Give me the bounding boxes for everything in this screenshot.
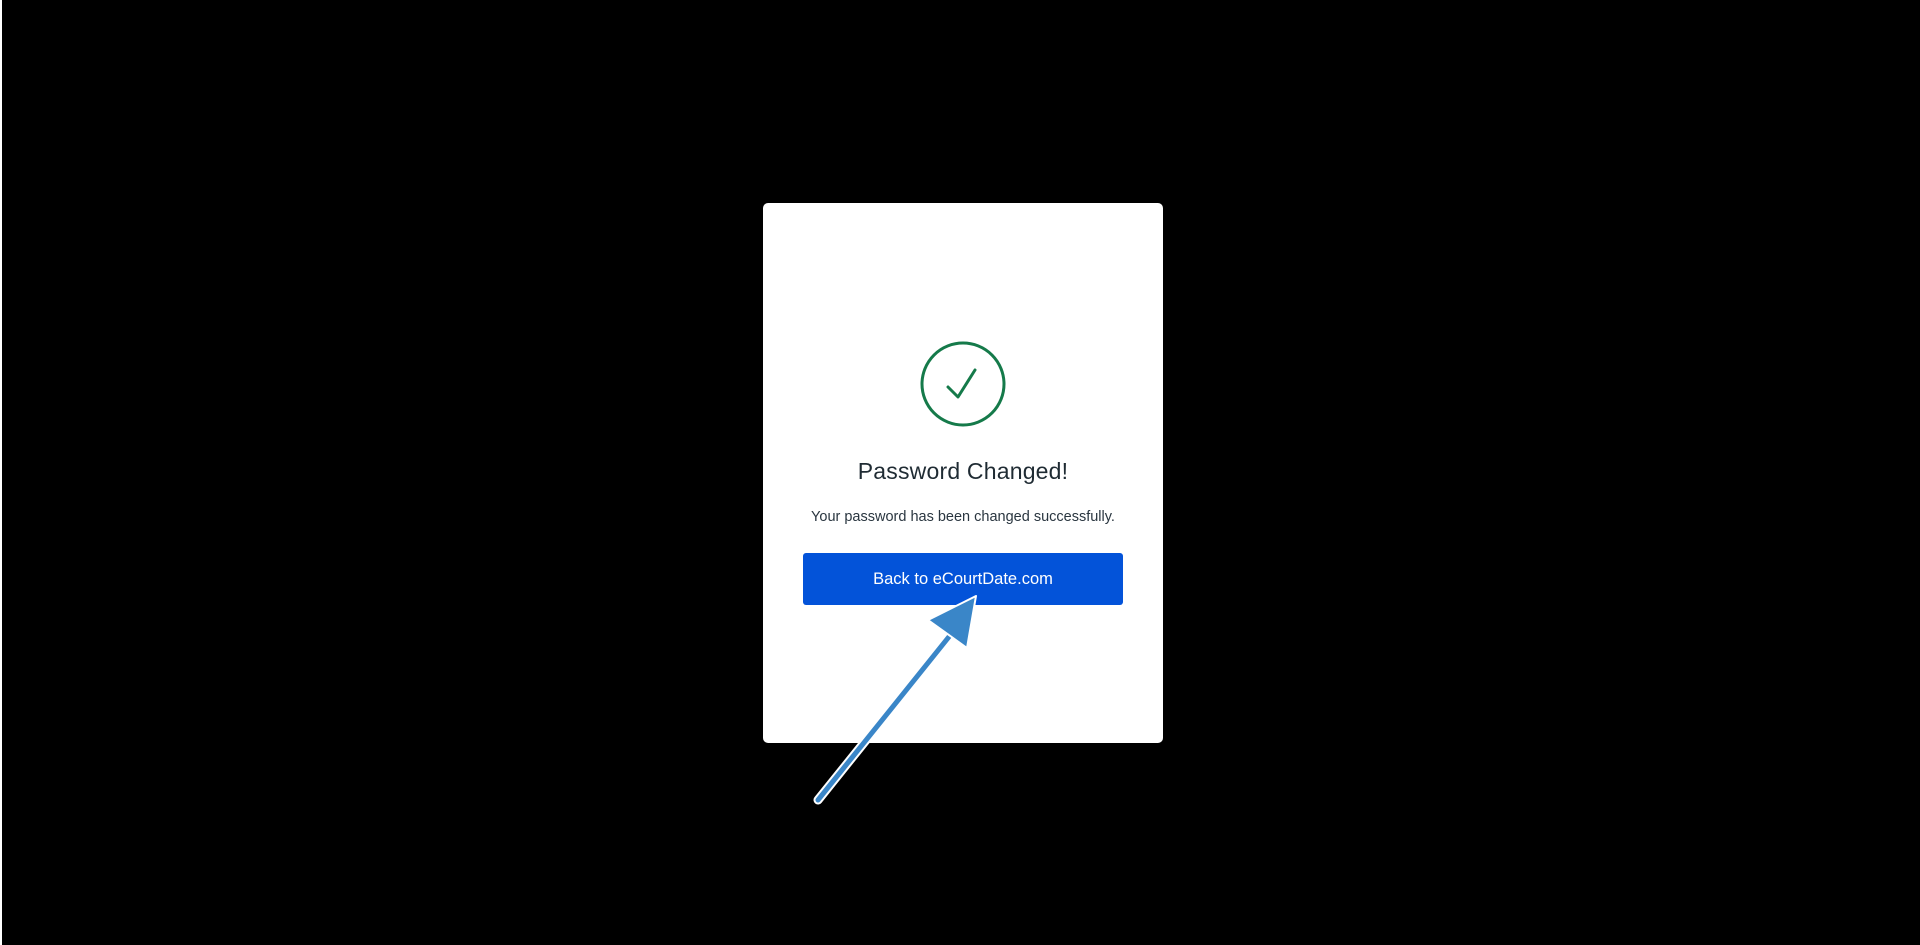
check-circle-ring xyxy=(920,341,1006,427)
window-edge xyxy=(0,0,2,945)
dialog-message: Your password has been changed successfu… xyxy=(811,509,1115,525)
check-mark xyxy=(946,368,977,399)
dialog-title: Password Changed! xyxy=(857,458,1069,484)
password-changed-card: Password Changed! Your password has been… xyxy=(763,203,1163,743)
check-circle-icon xyxy=(920,341,1006,427)
back-to-site-button[interactable]: Back to eCourtDate.com xyxy=(803,553,1123,605)
page-background: Password Changed! Your password has been… xyxy=(0,0,1920,945)
